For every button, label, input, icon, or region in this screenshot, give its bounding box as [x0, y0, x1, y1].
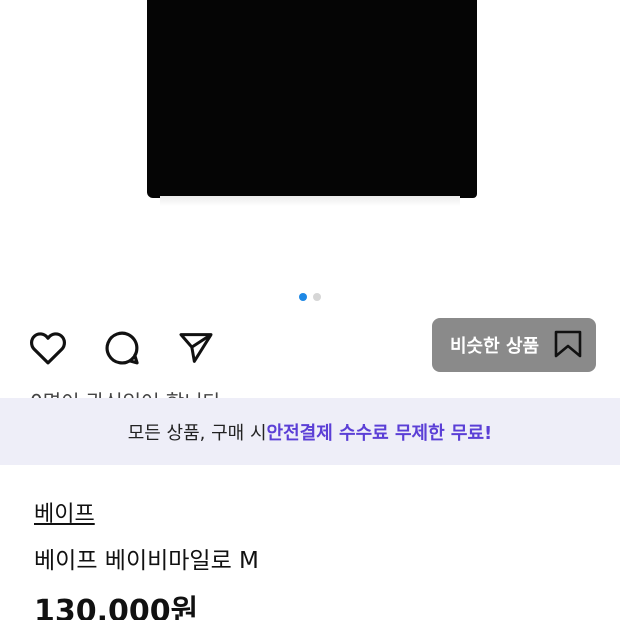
interest-count-text: 0명이 관심있어 합니다 [30, 386, 590, 398]
product-image-shadow [160, 196, 460, 206]
product-image-gallery[interactable] [0, 0, 620, 318]
seller-link[interactable]: 베이프 [34, 496, 95, 528]
similar-products-button[interactable]: 비슷한 상품 [432, 318, 596, 372]
gallery-pagination [0, 293, 620, 301]
like-button[interactable] [26, 326, 70, 370]
product-image [147, 0, 477, 198]
share-button[interactable] [174, 326, 218, 370]
chat-bubble-icon [105, 331, 139, 365]
action-bar [26, 326, 218, 370]
product-title: 베이프 베이비마일로 M [34, 548, 259, 574]
banner-highlight: 안전결제 수수료 무제한 무료! [266, 422, 493, 444]
heart-icon [30, 332, 66, 365]
send-icon [179, 333, 213, 363]
similar-products-label: 비슷한 상품 [450, 336, 540, 357]
bookmark-arrow-icon [554, 330, 582, 358]
banner-prefix: 모든 상품, 구매 시 [127, 422, 267, 444]
pagination-dot[interactable] [313, 293, 321, 301]
pagination-dot-active[interactable] [299, 293, 307, 301]
safe-payment-banner[interactable]: 모든 상품, 구매 시 안전결제 수수료 무제한 무료! [0, 398, 620, 465]
comment-button[interactable] [100, 326, 144, 370]
product-price: 130,000원 [34, 594, 199, 620]
